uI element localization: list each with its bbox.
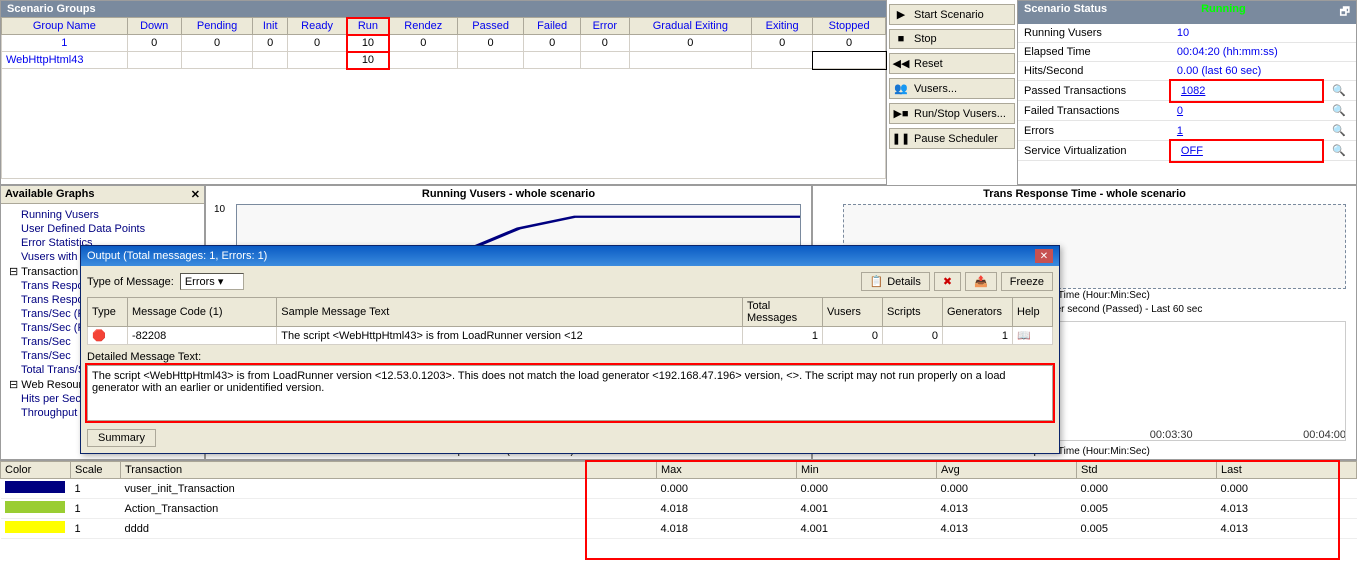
passed-transactions-link[interactable]: 1082	[1171, 81, 1322, 101]
run-stop-vusers-button[interactable]: ▶■Run/Stop Vusers...	[889, 103, 1015, 124]
start-scenario-button[interactable]: ▶Start Scenario	[889, 4, 1015, 25]
col-last[interactable]: Last	[1217, 462, 1357, 479]
col-color[interactable]: Color	[1, 462, 71, 479]
details-icon: 📋	[870, 275, 884, 288]
col-max[interactable]: Max	[657, 462, 797, 479]
dialog-title: Output (Total messages: 1, Errors: 1)	[87, 250, 267, 262]
close-icon[interactable]: ✕	[191, 188, 200, 201]
summary-button[interactable]: Summary	[87, 429, 156, 447]
transaction-row[interactable]: 1Action_Transaction 4.0184.001 4.0130.00…	[1, 499, 1357, 519]
col-min[interactable]: Min	[797, 462, 937, 479]
message-row[interactable]: 🛑 -82208 The script <WebHttpHtml43> is f…	[88, 327, 1053, 345]
col-generators[interactable]: Generators	[943, 298, 1013, 327]
col-scripts[interactable]: Scripts	[883, 298, 943, 327]
table-row[interactable]: WebHttpHtml43 10	[2, 52, 886, 69]
scenario-status-title: Scenario Status Running 🗗	[1018, 1, 1356, 24]
col-passed[interactable]: Passed	[457, 18, 523, 35]
scenario-groups-title: Scenario Groups	[1, 1, 886, 17]
col-std[interactable]: Std	[1077, 462, 1217, 479]
col-total-messages[interactable]: Total Messages	[743, 298, 823, 327]
tree-item[interactable]: User Defined Data Points	[7, 222, 202, 236]
error-icon: 🛑	[88, 327, 128, 345]
users-icon: 👥	[894, 82, 908, 95]
detailed-message-text[interactable]: The script <WebHttpHtml43> is from LoadR…	[87, 365, 1053, 421]
col-transaction[interactable]: Transaction	[121, 462, 657, 479]
transaction-row[interactable]: 1dddd 4.0184.001 4.0130.005 4.013	[1, 519, 1357, 539]
col-group-name[interactable]: Group Name	[2, 18, 128, 35]
col-type[interactable]: Type	[88, 298, 128, 327]
col-exiting[interactable]: Exiting	[752, 18, 813, 35]
pause-icon: ❚❚	[894, 132, 908, 145]
export-icon-button[interactable]: 📤	[965, 272, 997, 291]
controls-panel: ▶Start Scenario ■Stop ◀◀Reset 👥Vusers...…	[887, 0, 1017, 185]
vusers-button[interactable]: 👥Vusers...	[889, 78, 1015, 99]
col-error[interactable]: Error	[580, 18, 629, 35]
col-message-code[interactable]: Message Code (1)	[128, 298, 277, 327]
details-button[interactable]: 📋Details	[861, 272, 930, 291]
type-of-message-label: Type of Message:	[87, 276, 174, 288]
table-row[interactable]: 1 0 0 0 0 10 0 0 0 0 0 0 0	[2, 35, 886, 52]
detailed-message-label: Detailed Message Text:	[87, 351, 1053, 363]
col-init[interactable]: Init	[253, 18, 287, 35]
magnify-icon[interactable]: 🔍	[1322, 101, 1356, 121]
reset-button[interactable]: ◀◀Reset	[889, 53, 1015, 74]
message-type-select[interactable]: Errors ▾	[180, 273, 245, 290]
col-avg[interactable]: Avg	[937, 462, 1077, 479]
col-run[interactable]: Run	[347, 18, 389, 35]
col-pending[interactable]: Pending	[181, 18, 253, 35]
col-vusers[interactable]: Vusers	[823, 298, 883, 327]
scenario-status-panel: Scenario Status Running 🗗 Running Vusers…	[1017, 0, 1357, 185]
available-graphs-title: Available Graphs	[5, 188, 94, 201]
help-icon[interactable]: 📖	[1013, 327, 1053, 345]
magnify-icon[interactable]: 🔍	[1322, 81, 1356, 101]
col-down[interactable]: Down	[127, 18, 181, 35]
magnify-icon[interactable]: 🔍	[1322, 121, 1356, 141]
col-scale[interactable]: Scale	[71, 462, 121, 479]
col-rendez[interactable]: Rendez	[389, 18, 457, 35]
output-messages-grid: Type Message Code (1) Sample Message Tex…	[87, 297, 1053, 345]
magnify-icon[interactable]: 🔍	[1322, 141, 1356, 161]
col-gradual[interactable]: Gradual Exiting	[629, 18, 751, 35]
transaction-summary-panel: Color Scale Transaction Max Min Avg Std …	[0, 460, 1357, 570]
col-stopped[interactable]: Stopped	[813, 18, 886, 35]
close-button[interactable]: ✕	[1035, 249, 1053, 263]
errors-link[interactable]: 1	[1171, 121, 1322, 141]
service-virtualization-link[interactable]: OFF	[1171, 141, 1322, 161]
freeze-button[interactable]: Freeze	[1001, 272, 1053, 291]
restore-icon[interactable]: 🗗	[1340, 3, 1350, 22]
status-state: Running	[1201, 3, 1246, 22]
color-swatch	[5, 501, 65, 513]
col-ready[interactable]: Ready	[287, 18, 346, 35]
col-sample-text[interactable]: Sample Message Text	[277, 298, 743, 327]
status-value: 10	[1171, 24, 1322, 43]
tree-item[interactable]: Running Vusers	[7, 208, 202, 222]
transaction-row[interactable]: 1vuser_init_Transaction 0.0000.000 0.000…	[1, 479, 1357, 499]
delete-icon-button[interactable]: ✖	[934, 272, 961, 291]
scenario-groups-panel: Scenario Groups Group Name Down Pending …	[0, 0, 887, 185]
col-help[interactable]: Help	[1013, 298, 1053, 327]
play-icon: ▶	[894, 8, 908, 21]
color-swatch	[5, 481, 65, 493]
status-label: Running Vusers	[1018, 24, 1171, 43]
play-stop-icon: ▶■	[894, 107, 908, 120]
stop-icon: ■	[894, 33, 908, 45]
rewind-icon: ◀◀	[894, 57, 908, 70]
color-swatch	[5, 521, 65, 533]
scenario-groups-table: Group Name Down Pending Init Ready Run R…	[1, 17, 886, 179]
failed-transactions-link[interactable]: 0	[1171, 101, 1322, 121]
output-dialog: Output (Total messages: 1, Errors: 1) ✕ …	[80, 245, 1060, 454]
pause-scheduler-button[interactable]: ❚❚Pause Scheduler	[889, 128, 1015, 149]
col-failed[interactable]: Failed	[524, 18, 581, 35]
stop-button[interactable]: ■Stop	[889, 29, 1015, 49]
